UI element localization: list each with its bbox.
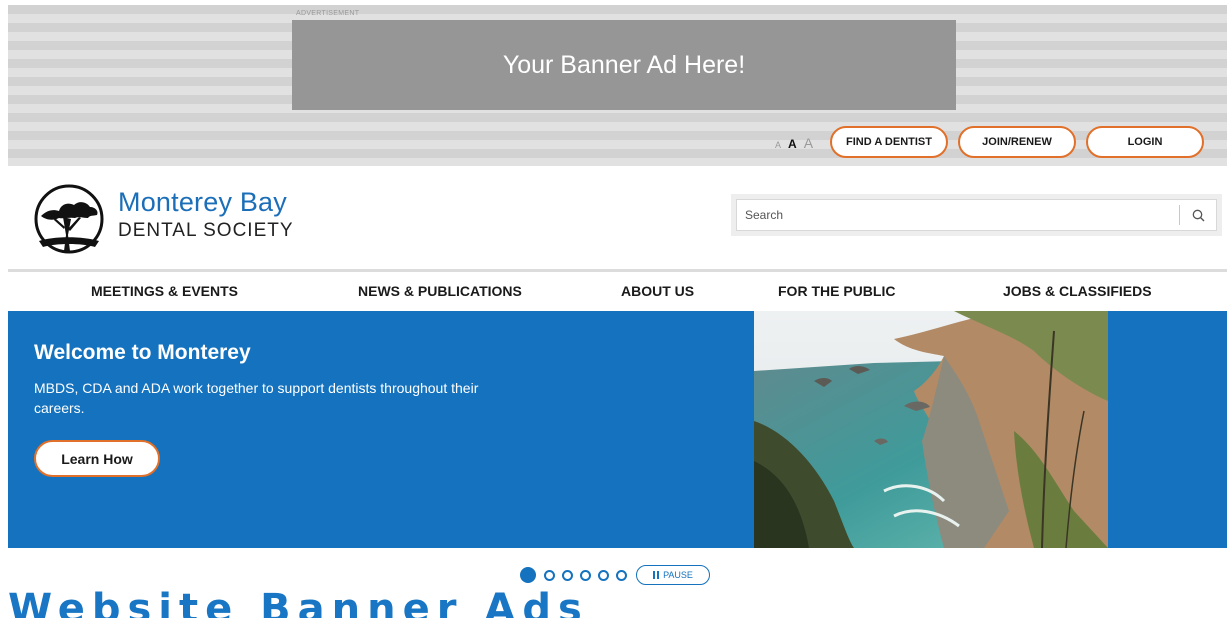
hero-slide: Welcome to Monterey MBDS, CDA and ADA wo… [8, 311, 1227, 548]
join-renew-button[interactable]: JOIN/RENEW [958, 126, 1076, 158]
nav-item-jobs-classifieds[interactable]: JOBS & CLASSIFIEDS [1003, 283, 1152, 299]
search-box [731, 194, 1222, 236]
slide-dot-5[interactable] [598, 569, 609, 581]
slide-dot-1[interactable] [520, 567, 536, 583]
slide-dot-4[interactable] [580, 569, 591, 581]
slide-dot-3[interactable] [562, 569, 573, 581]
nav-item-about-us[interactable]: ABOUT US [621, 283, 694, 299]
pause-button[interactable]: PAUSE [636, 565, 710, 585]
utility-bar: A A A FIND A DENTIST JOIN/RENEW LOGIN [8, 122, 1227, 162]
banner-ad-text: Your Banner Ad Here! [502, 50, 746, 79]
logo-row: Monterey Bay DENTAL SOCIETY [8, 166, 1227, 269]
slider-controls: PAUSE [520, 565, 710, 585]
logo-title[interactable]: Monterey Bay [118, 187, 287, 218]
find-a-dentist-button[interactable]: FIND A DENTIST [830, 126, 948, 158]
login-button[interactable]: LOGIN [1086, 126, 1204, 158]
search-button[interactable] [1185, 204, 1211, 226]
pause-label: PAUSE [663, 570, 693, 580]
learn-how-button[interactable]: Learn How [34, 440, 160, 477]
banner-ad[interactable]: Your Banner Ad Here! [292, 20, 956, 110]
main-nav: MEETINGS & EVENTS NEWS & PUBLICATIONS AB… [8, 269, 1227, 311]
advertisement-label: ADVERTISEMENT [296, 10, 360, 17]
search-field [736, 199, 1217, 231]
page: ADVERTISEMENT Your Banner Ad Here! A A A… [8, 0, 1227, 618]
nav-item-news-publications[interactable]: NEWS & PUBLICATIONS [358, 283, 522, 299]
nav-item-for-the-public[interactable]: FOR THE PUBLIC [778, 283, 895, 299]
font-size-small[interactable]: A [775, 140, 781, 150]
slide-dot-6[interactable] [616, 569, 627, 581]
search-divider [1179, 205, 1180, 225]
hero-title: Welcome to Monterey [34, 341, 251, 364]
slide-dot-2[interactable] [544, 569, 555, 581]
coastline-photo [754, 311, 1108, 548]
pause-icon [653, 571, 660, 579]
font-size-controls: A A A [775, 135, 813, 151]
search-input[interactable] [737, 200, 1177, 230]
nav-item-meetings-events[interactable]: MEETINGS & EVENTS [91, 283, 238, 299]
search-icon [1192, 209, 1204, 221]
header-top: ADVERTISEMENT Your Banner Ad Here! A A A… [8, 5, 1227, 166]
cypress-tree-logo-icon[interactable] [33, 183, 105, 255]
font-size-medium[interactable]: A [788, 137, 797, 151]
font-size-large[interactable]: A [804, 135, 813, 151]
logo-subtitle[interactable]: DENTAL SOCIETY [118, 220, 294, 242]
hero-text: MBDS, CDA and ADA work together to suppo… [34, 380, 479, 416]
page-heading: Website Banner Ads [8, 586, 589, 618]
